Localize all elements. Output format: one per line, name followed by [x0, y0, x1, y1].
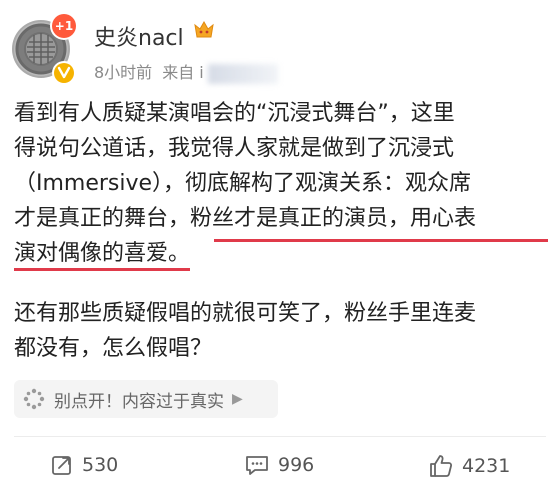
divider — [14, 436, 546, 437]
post-header: +1 史炎nacl 8小时前 来自 i — [0, 0, 560, 92]
notification-badge: +1 — [52, 14, 76, 38]
comment-button[interactable]: 996 — [244, 453, 314, 477]
comment-icon — [246, 456, 268, 475]
comment-count: 996 — [278, 454, 315, 476]
post-line: 得说句公道话，我觉得人家就是做到了沉浸式 — [14, 136, 455, 161]
post-line: 看到有人质疑某演唱会的“沉浸式舞台”，这里 — [14, 101, 455, 126]
repost-button[interactable]: 530 — [50, 453, 118, 477]
spoiler-icon — [14, 380, 54, 418]
post-meta: 8小时前 来自 i — [94, 59, 288, 84]
play-arrow-icon: ▶ — [232, 391, 243, 407]
action-bar: 530 996 4231 — [0, 445, 560, 491]
thumbs-up-icon — [430, 455, 453, 477]
spoiler-link[interactable]: 别点开！内容过于真实 ▶ — [14, 380, 278, 418]
post-time: 8小时前 — [94, 63, 153, 82]
vip-crown-icon — [194, 20, 214, 38]
highlight-underline — [214, 239, 548, 242]
post-line: 都没有，怎么假唱？ — [14, 336, 213, 361]
like-count: 4231 — [462, 455, 511, 477]
post-line: 还有那些质疑假唱的就很可笑了，粉丝手里连麦 — [14, 301, 477, 326]
post-line: （Immersive），彻底解构了观演关系：观众席 — [14, 171, 472, 196]
username[interactable]: 史炎nacl — [94, 20, 184, 52]
repost-count: 530 — [82, 454, 119, 476]
like-button[interactable]: 4231 — [428, 453, 510, 479]
post-source[interactable]: 来自 i — [162, 63, 204, 82]
repost-icon — [52, 456, 71, 475]
post-body-paragraph-2: 还有那些质疑假唱的就很可笑了，粉丝手里连麦 都没有，怎么假唱？ — [14, 296, 548, 366]
post-line: 才是真正的舞台，粉丝才是真正的演员，用心表 — [14, 206, 477, 231]
verified-badge-icon — [54, 63, 74, 83]
redacted-source — [207, 63, 278, 84]
highlight-underline — [14, 268, 190, 271]
post-body: 看到有人质疑某演唱会的“沉浸式舞台”，这里 得说句公道话，我觉得人家就是做到了沉… — [14, 96, 548, 271]
spoiler-label: 别点开！内容过于真实 — [54, 391, 224, 412]
